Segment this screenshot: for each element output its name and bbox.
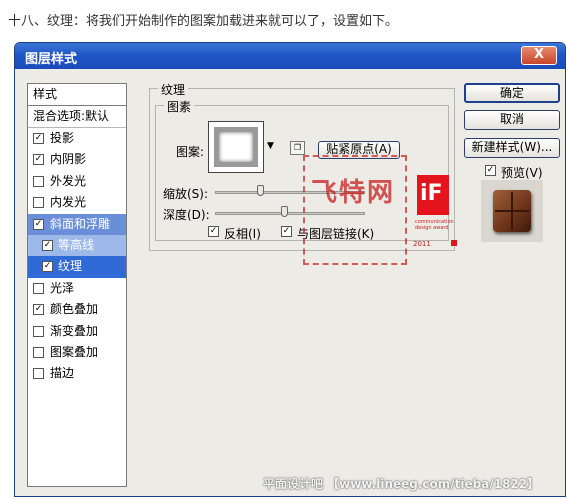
- style-item[interactable]: ✓ 内阴影: [28, 149, 126, 170]
- style-item-checkbox[interactable]: [33, 368, 44, 380]
- style-item-label: 投影: [50, 131, 75, 145]
- style-item-label: 渐变叠加: [50, 323, 99, 338]
- scale-label: 缩放(S):: [163, 187, 209, 201]
- seal-text: 飞特网: [311, 178, 396, 208]
- style-item[interactable]: 光泽: [28, 278, 126, 299]
- invert-checkbox[interactable]: ✓ 反相(I): [208, 225, 261, 242]
- preview-label: 预览(V): [501, 166, 543, 180]
- style-item[interactable]: ✓ 等高线: [28, 234, 126, 257]
- dialog-title: 图层样式: [25, 52, 78, 67]
- style-item-checkbox[interactable]: [33, 175, 44, 187]
- new-style-button[interactable]: 新建样式(W)...: [464, 138, 560, 158]
- style-item[interactable]: ✓ 投影: [28, 128, 126, 149]
- style-item-label: 图案叠加: [50, 344, 99, 359]
- pattern-thumbnail: [214, 127, 258, 167]
- styles-list: 样式 混合选项:默认 ✓ 投影 ✓ 内阴影外发光内发光 ✓ 斜面和浮雕 ✓ 等高线 ✓ 纹理光泽 ✓…: [27, 83, 127, 487]
- style-item-label: 描边: [50, 366, 75, 381]
- style-item-checkbox[interactable]: [33, 197, 44, 209]
- style-item[interactable]: 渐变叠加: [28, 321, 126, 342]
- invert-label: 反相(I): [224, 227, 261, 241]
- if-award-caption: communication design award: [415, 219, 454, 231]
- if-award-year: 2011: [413, 240, 431, 248]
- style-item-checkbox[interactable]: ✓: [42, 239, 53, 251]
- red-square-decoration: [451, 240, 457, 246]
- style-item[interactable]: 图案叠加: [28, 342, 126, 363]
- invert-checkbox-box[interactable]: ✓: [208, 226, 219, 237]
- style-item-label: 等高线: [58, 237, 95, 252]
- style-item-label: 内阴影: [50, 152, 87, 167]
- new-preset-icon[interactable]: ❐: [290, 141, 305, 155]
- style-item-checkbox[interactable]: ✓: [33, 218, 44, 230]
- style-item-label: 外发光: [50, 173, 87, 188]
- cancel-button[interactable]: 取消: [464, 110, 560, 130]
- style-item[interactable]: 外发光: [28, 171, 126, 192]
- style-item-label: 内发光: [50, 195, 87, 210]
- style-item[interactable]: ✓ 斜面和浮雕: [28, 213, 126, 235]
- depth-slider-thumb[interactable]: [281, 206, 288, 217]
- preview-chocolate-image: [493, 190, 531, 232]
- seal-watermark: 飞特网: [303, 155, 407, 265]
- style-item[interactable]: 描边: [28, 363, 126, 384]
- footer-watermark: 平面设计吧 【www.lineeg.com/tieba/1822】: [263, 477, 540, 491]
- caption-text: 十八、纹理：将我们开始制作的图案加载进来就可以了，设置如下。: [8, 14, 399, 29]
- preview-checkbox[interactable]: ✓ 预览(V): [485, 164, 543, 181]
- style-item-label: 纹理: [58, 259, 83, 274]
- pattern-picker[interactable]: [208, 121, 264, 173]
- style-item-checkbox[interactable]: ✓: [33, 304, 44, 316]
- ok-button[interactable]: 确定: [464, 83, 560, 103]
- if-logo-text: iF: [420, 181, 443, 206]
- close-button[interactable]: X: [521, 46, 557, 65]
- depth-label: 深度(D):: [163, 208, 210, 222]
- style-item-checkbox[interactable]: ✓: [33, 133, 44, 144]
- style-preview: [481, 180, 543, 242]
- pattern-dropdown-icon[interactable]: ▼: [267, 141, 274, 151]
- if-award-logo: iF: [417, 175, 449, 215]
- style-item-checkbox[interactable]: ✓: [33, 154, 44, 166]
- style-item-checkbox[interactable]: [33, 346, 44, 358]
- blend-options-item[interactable]: 混合选项:默认: [28, 106, 126, 128]
- link-checkbox-box[interactable]: ✓: [281, 226, 292, 237]
- dialog-titlebar[interactable]: 图层样式 X: [15, 43, 565, 69]
- style-item-label: 光泽: [50, 280, 75, 295]
- style-item-label: 颜色叠加: [50, 302, 99, 317]
- styles-header[interactable]: 样式: [28, 84, 126, 106]
- style-item-checkbox[interactable]: ✓: [42, 261, 53, 273]
- style-item[interactable]: ✓ 颜色叠加: [28, 299, 126, 320]
- style-item-label: 斜面和浮雕: [50, 216, 111, 231]
- layer-style-dialog: 图层样式 X 样式 混合选项:默认 ✓ 投影 ✓ 内阴影外发光内发光 ✓ 斜面和浮雕 ✓ 等高…: [14, 42, 566, 497]
- preview-checkbox-box[interactable]: ✓: [485, 165, 496, 176]
- pattern-group-title: 图素: [164, 98, 195, 115]
- style-item-checkbox[interactable]: [33, 325, 44, 337]
- texture-group-title: 纹理: [158, 81, 189, 98]
- style-item[interactable]: 内发光: [28, 192, 126, 213]
- pattern-label: 图案:: [176, 145, 205, 159]
- style-item[interactable]: ✓ 纹理: [28, 256, 126, 278]
- style-item-checkbox[interactable]: [33, 282, 44, 294]
- scale-slider-thumb[interactable]: [257, 185, 264, 196]
